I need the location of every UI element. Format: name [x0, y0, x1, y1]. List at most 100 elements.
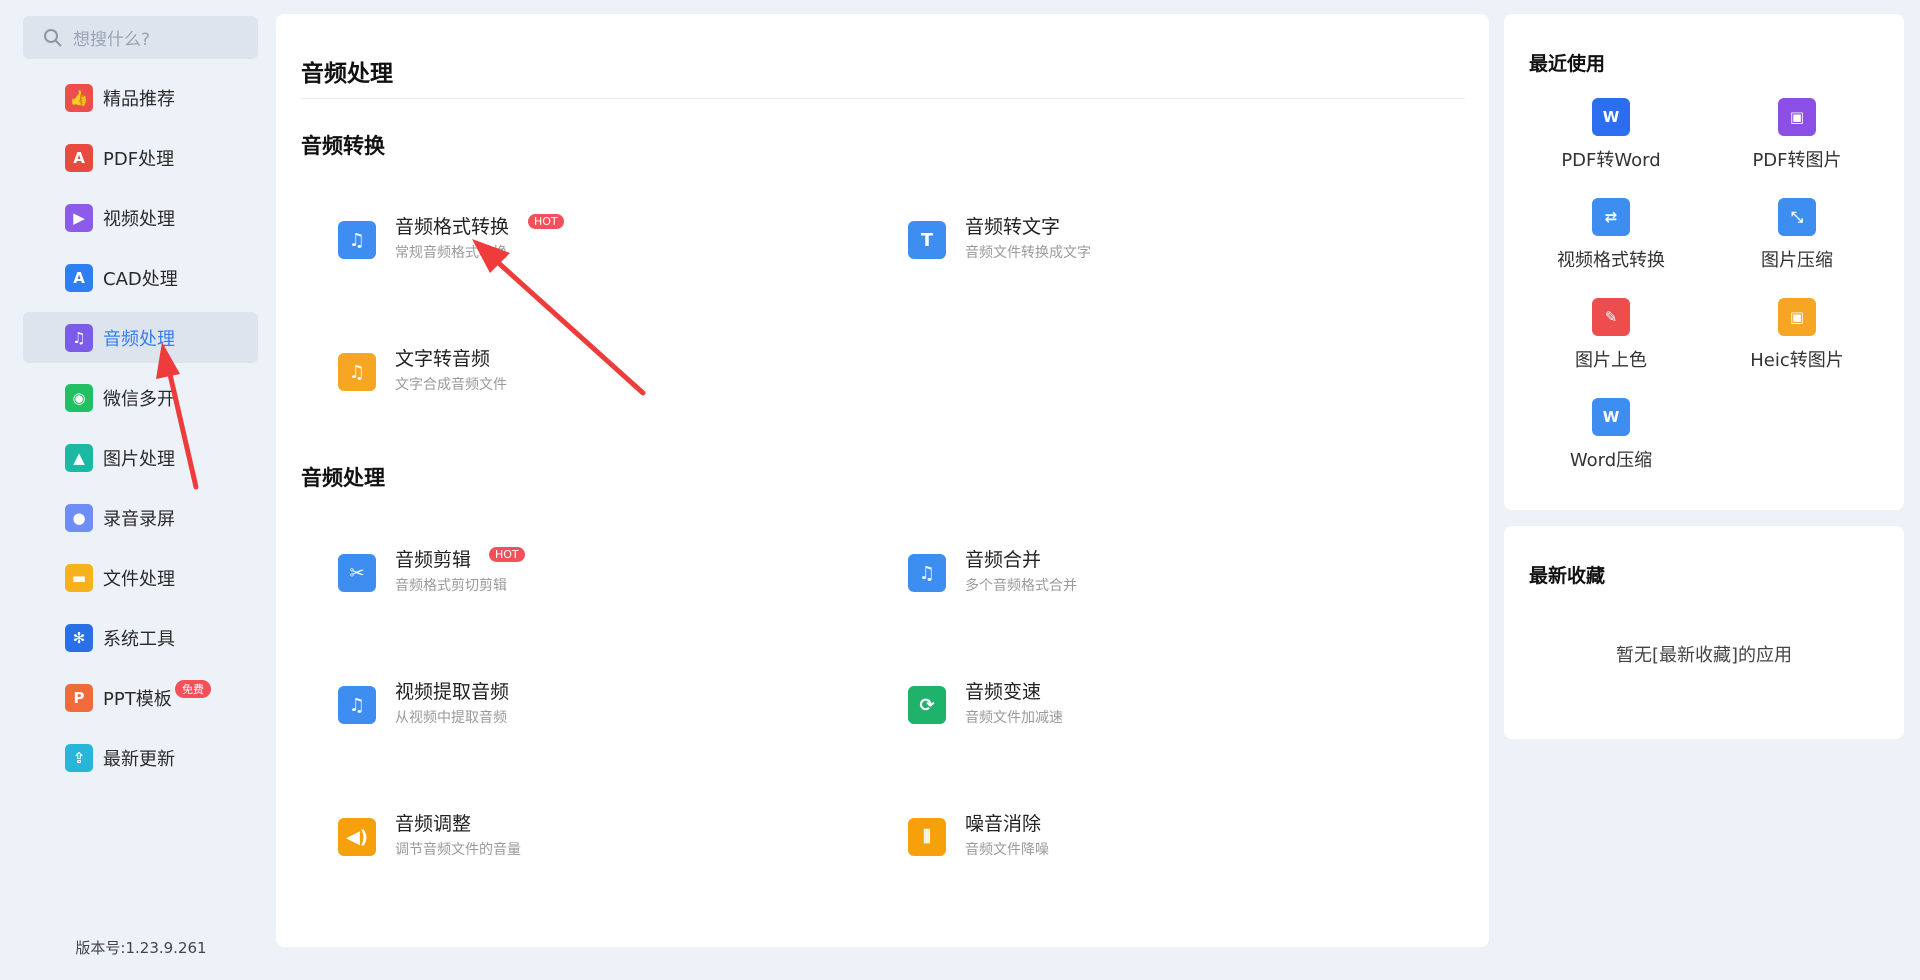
text-to-audio-icon: ♫: [338, 353, 376, 391]
tool-desc: 多个音频格式合并: [965, 578, 1077, 594]
sidebar-item-label: 图片处理: [103, 448, 175, 470]
favorites-empty-text: 暂无[最新收藏]的应用: [1615, 645, 1793, 666]
recent-item-label: PDF转图片: [1752, 150, 1842, 171]
recent-item-pdf-to-word[interactable]: W PDF转Word: [1526, 98, 1696, 172]
thumbs-up-icon: 👍: [65, 83, 93, 112]
tool-desc: 常规音频格式转换: [395, 245, 507, 261]
video-play-icon: ▶: [65, 203, 93, 232]
compress-icon: ⤡: [1778, 198, 1816, 236]
divider: [301, 98, 1465, 99]
speed-icon: ⟳: [908, 686, 946, 724]
sidebar-item-ppt[interactable]: P PPT模板 免费: [23, 672, 258, 723]
main-panel: 音频处理 音频转换 ♫ 音频格式转换 常规音频格式转换 HOT T 音频转文字 …: [276, 14, 1489, 947]
sidebar-nav: 👍 精品推荐 A PDF处理 ▶ 视频处理 A CAD处理 ♫ 音频处理 ◉ 微…: [23, 72, 258, 792]
sidebar-item-label: 音频处理: [103, 328, 175, 350]
microphone-icon: ●: [65, 503, 93, 532]
sidebar-item-pdf[interactable]: A PDF处理: [23, 132, 258, 183]
audio-to-text-icon: T: [908, 221, 946, 259]
search-placeholder: 想搜什么?: [73, 30, 151, 50]
tool-desc: 音频文件转换成文字: [965, 245, 1091, 261]
recent-item-label: Word压缩: [1569, 450, 1653, 471]
tool-audio-speed[interactable]: ⟳ 音频变速 音频文件加减速: [908, 679, 1063, 727]
tool-desc: 文字合成音频文件: [395, 377, 507, 393]
hot-badge: HOT: [489, 547, 525, 562]
sidebar-item-video[interactable]: ▶ 视频处理: [23, 192, 258, 243]
sidebar: 想搜什么? 👍 精品推荐 A PDF处理 ▶ 视频处理 A CAD处理 ♫ 音频…: [0, 0, 272, 980]
tool-name: 音频转文字: [965, 216, 1061, 238]
sidebar-item-record[interactable]: ● 录音录屏: [23, 492, 258, 543]
scissors-icon: ✂: [338, 554, 376, 592]
page-title: 音频处理: [301, 61, 393, 87]
sidebar-item-label: 微信多开: [103, 388, 175, 410]
sidebar-item-label: 最新更新: [103, 748, 175, 770]
tool-audio-cut[interactable]: ✂ 音频剪辑 音频格式剪切剪辑 HOT: [338, 547, 525, 595]
sidebar-item-label: PDF处理: [103, 148, 175, 170]
pdf-to-image-icon: ▣: [1778, 98, 1816, 136]
favorites-panel: 最新收藏 暂无[最新收藏]的应用: [1504, 526, 1904, 739]
tool-desc: 调节音频文件的音量: [395, 842, 521, 858]
recent-item-label: 视频格式转换: [1557, 250, 1665, 271]
tool-audio-format-convert[interactable]: ♫ 音频格式转换 常规音频格式转换 HOT: [338, 214, 564, 262]
sidebar-item-label: 视频处理: [103, 208, 175, 230]
music-note-icon: ♫: [65, 323, 93, 352]
recent-title: 最近使用: [1529, 53, 1606, 75]
section-title: 音频处理: [301, 466, 385, 490]
sidebar-item-updates[interactable]: ⇪ 最新更新: [23, 732, 258, 783]
audio-merge-icon: ♫: [908, 554, 946, 592]
tool-extract-audio[interactable]: ♫ 视频提取音频 从视频中提取音频: [338, 679, 509, 727]
tool-name: 视频提取音频: [395, 681, 510, 703]
sidebar-item-wechat[interactable]: ◉ 微信多开: [23, 372, 258, 423]
volume-icon: ◀): [338, 818, 376, 856]
cad-icon: A: [65, 263, 93, 292]
sidebar-item-featured[interactable]: 👍 精品推荐: [23, 72, 258, 123]
recent-item-image-compress[interactable]: ⤡ 图片压缩: [1712, 198, 1882, 272]
sidebar-item-system[interactable]: ✻ 系统工具: [23, 612, 258, 663]
sidebar-item-label: 精品推荐: [103, 88, 175, 110]
recent-item-video-convert[interactable]: ⇄ 视频格式转换: [1526, 198, 1696, 272]
tool-volume-adjust[interactable]: ◀) 音频调整 调节音频文件的音量: [338, 811, 521, 859]
favorites-title: 最新收藏: [1529, 565, 1606, 587]
extract-audio-icon: ♫: [338, 686, 376, 724]
recent-item-word-compress[interactable]: W Word压缩: [1526, 398, 1696, 472]
free-badge: 免费: [175, 680, 211, 698]
sidebar-item-file[interactable]: ▬ 文件处理: [23, 552, 258, 603]
tool-audio-to-text[interactable]: T 音频转文字 音频文件转换成文字: [908, 214, 1091, 262]
upload-icon: ⇪: [65, 743, 93, 772]
gear-icon: ✻: [65, 623, 93, 652]
section-title: 音频转换: [301, 134, 385, 158]
recent-item-image-colorize[interactable]: ✎ 图片上色: [1526, 298, 1696, 372]
version-label: 版本号:1.23.9.261: [75, 939, 207, 957]
search-box[interactable]: 想搜什么?: [23, 16, 258, 59]
tool-name: 噪音消除: [965, 813, 1042, 835]
sidebar-item-label: 文件处理: [103, 568, 175, 590]
tool-text-to-audio[interactable]: ♫ 文字转音频 文字合成音频文件: [338, 346, 507, 394]
recent-panel: 最近使用 W PDF转Word ▣ PDF转图片 ⇄ 视频格式转换 ⤡ 图片压缩…: [1504, 14, 1904, 510]
recent-item-heic-to-image[interactable]: ▣ Heic转图片: [1712, 298, 1882, 372]
tool-desc: 音频格式剪切剪辑: [395, 578, 507, 594]
sidebar-item-label: PPT模板: [103, 688, 172, 710]
paint-icon: ✎: [1592, 298, 1630, 336]
tool-desc: 从视频中提取音频: [395, 710, 507, 726]
sidebar-item-cad[interactable]: A CAD处理: [23, 252, 258, 303]
recent-item-pdf-to-image[interactable]: ▣ PDF转图片: [1712, 98, 1882, 172]
tool-noise-removal[interactable]: ⦀ 噪音消除 音频文件降噪: [908, 811, 1049, 859]
recent-item-label: PDF转Word: [1561, 150, 1661, 171]
tool-audio-merge[interactable]: ♫ 音频合并 多个音频格式合并: [908, 547, 1077, 595]
sidebar-item-image[interactable]: ▲ 图片处理: [23, 432, 258, 483]
sidebar-item-label: CAD处理: [103, 268, 178, 290]
sidebar-item-label: 系统工具: [103, 628, 175, 650]
folder-icon: ▬: [65, 563, 93, 592]
sidebar-item-label: 录音录屏: [103, 508, 175, 530]
tool-desc: 音频文件降噪: [965, 842, 1049, 858]
tool-name: 音频格式转换: [395, 216, 510, 238]
noise-icon: ⦀: [908, 818, 946, 856]
recent-item-label: Heic转图片: [1750, 350, 1844, 371]
word-compress-icon: W: [1592, 398, 1630, 436]
pdf-icon: A: [65, 143, 93, 172]
tool-name: 音频合并: [965, 549, 1042, 571]
tool-name: 文字转音频: [395, 348, 491, 370]
audio-convert-icon: ♫: [338, 221, 376, 259]
swap-icon: ⇄: [1592, 198, 1630, 236]
tool-desc: 音频文件加减速: [965, 710, 1063, 726]
sidebar-item-audio[interactable]: ♫ 音频处理: [23, 312, 258, 363]
